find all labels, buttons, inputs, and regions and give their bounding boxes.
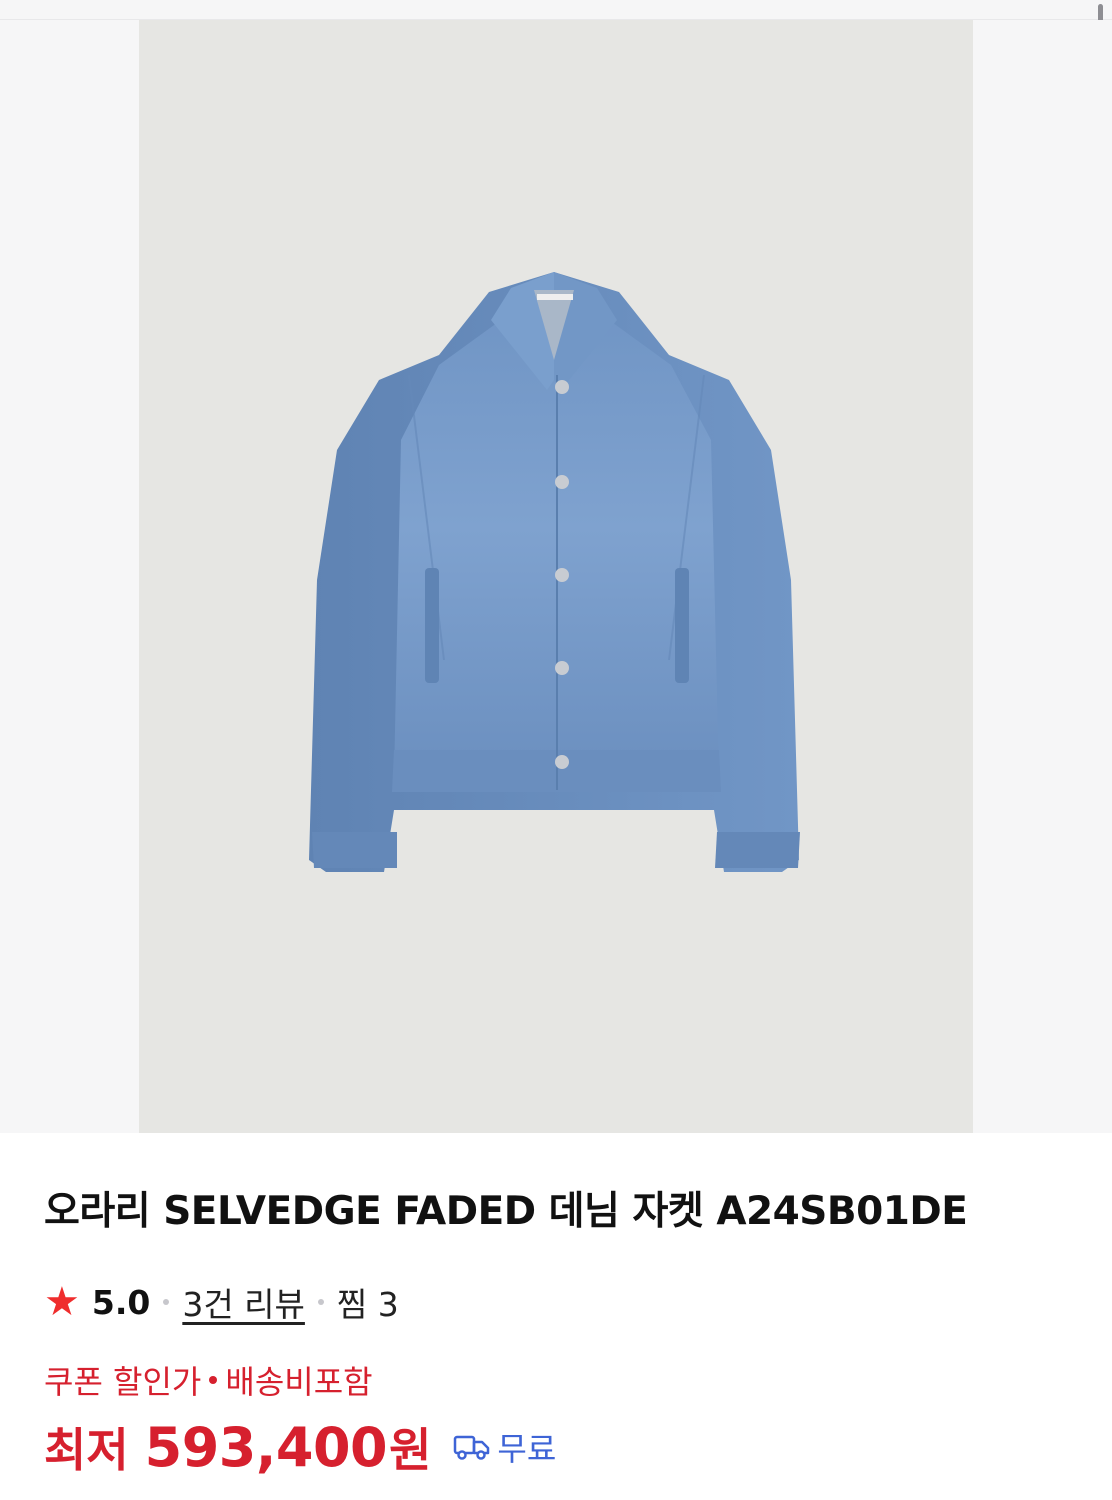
truck-icon xyxy=(454,1435,490,1460)
product-meta: ★ 5.0 3건 리뷰 찜 3 xyxy=(44,1278,399,1326)
promo-info: 쿠폰 할인가 배송비포함 xyxy=(44,1356,373,1404)
shipping-included-label: 배송비포함 xyxy=(225,1363,373,1401)
wishlist-count: 찜 3 xyxy=(336,1285,399,1324)
shipping-info: 무료 xyxy=(453,1424,556,1470)
price-row: 최저 593,400 원 무료 xyxy=(44,1412,556,1482)
star-icon: ★ xyxy=(44,1279,80,1325)
promo-bullet xyxy=(209,1376,218,1384)
top-bar xyxy=(0,0,1112,20)
free-shipping-label: 무료 xyxy=(497,1430,557,1468)
meta-divider xyxy=(317,1299,324,1305)
reviews-link[interactable]: 3건 리뷰 xyxy=(182,1278,305,1326)
product-photo[interactable]: 1/8 xyxy=(139,20,973,1133)
rating-value: 5.0 xyxy=(91,1282,151,1322)
lowest-price-label: 최저 xyxy=(44,1423,129,1477)
meta-divider xyxy=(163,1299,170,1305)
price-value: 593,400 xyxy=(144,1415,388,1479)
price-unit: 원 xyxy=(389,1423,432,1477)
product-image-gallery[interactable]: 1/8 xyxy=(0,20,1112,1133)
coupon-price-label: 쿠폰 할인가 xyxy=(44,1363,202,1401)
denim-jacket-image xyxy=(309,272,800,872)
product-title: 오라리 SELVEDGE FADED 데님 자켓 A24SB01DE xyxy=(44,1189,968,1234)
